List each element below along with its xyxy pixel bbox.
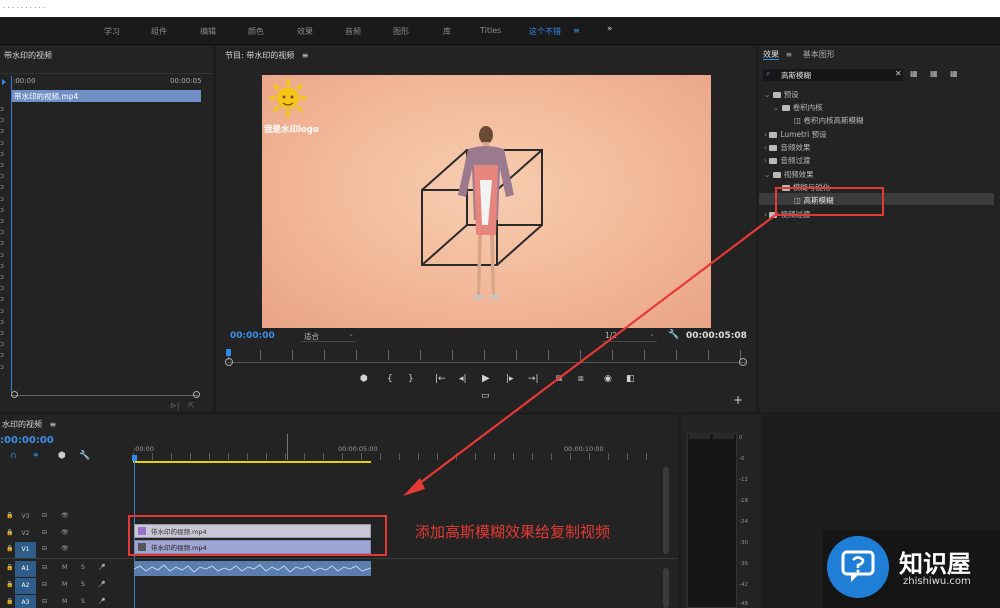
meter-level-0: 0 xyxy=(739,435,743,441)
meter-level-36: -36 xyxy=(739,561,748,567)
audio-meter xyxy=(687,433,737,608)
meter-level-6: -6 xyxy=(739,456,745,462)
meter-level-24: -24 xyxy=(739,519,748,525)
logo-question-icon xyxy=(841,550,875,582)
logo-badge xyxy=(827,536,889,598)
site-logo: 知识屋 zhishiwu.com xyxy=(823,530,1000,608)
logo-url: zhishiwu.com xyxy=(903,576,971,587)
meter-level-48: -48 xyxy=(739,601,748,607)
meter-level-42: -42 xyxy=(739,582,748,588)
audio-meter-panel xyxy=(681,415,761,608)
annotation-arrow xyxy=(403,212,779,496)
meter-level-12: -12 xyxy=(739,477,748,483)
meter-level-30: -30 xyxy=(739,540,748,546)
logo-name: 知识屋 xyxy=(899,550,971,578)
meter-level-18: -18 xyxy=(739,498,748,504)
